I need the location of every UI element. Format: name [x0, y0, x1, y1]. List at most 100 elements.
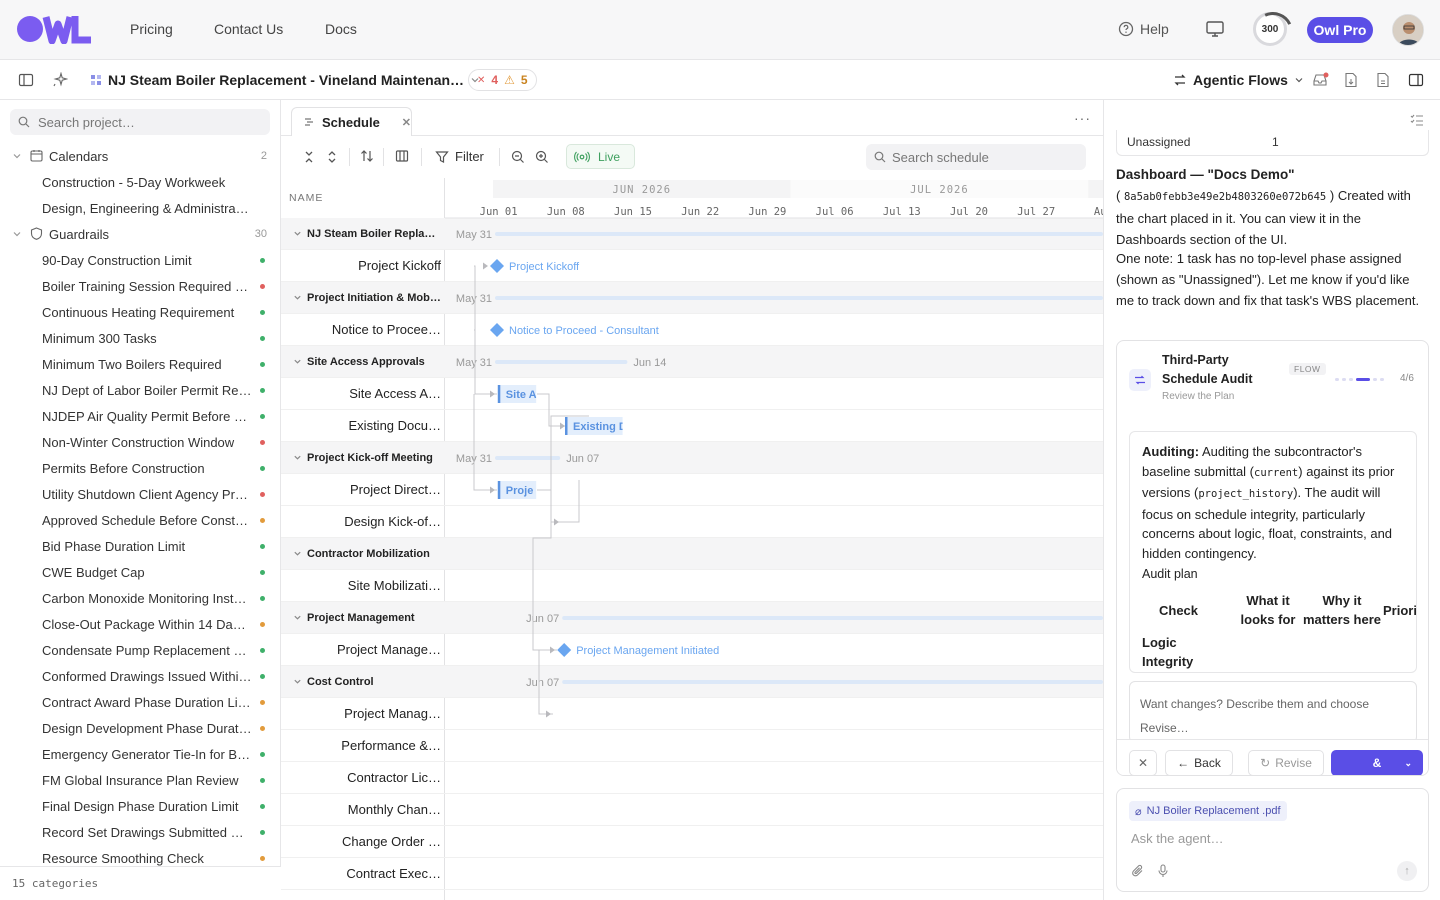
monitor-icon[interactable]: [1205, 19, 1225, 39]
send-button[interactable]: ↑: [1397, 861, 1417, 881]
credits-meter[interactable]: 300: [1253, 12, 1287, 46]
group-summary-bar[interactable]: [495, 456, 561, 460]
checklist-icon[interactable]: [1410, 114, 1424, 126]
sidebar-item-calendar[interactable]: Construction - 5-Day Workweek: [0, 169, 281, 195]
task-name-cell[interactable]: Project Kick-off Meeting: [281, 442, 445, 474]
help-button[interactable]: Help: [1118, 21, 1169, 37]
sidebar-item-guardrail[interactable]: Non-Winter Construction Window: [0, 429, 281, 455]
sidebar-item-guardrail[interactable]: Final Design Phase Duration Limit: [0, 793, 281, 819]
sidebar-item-guardrail[interactable]: Boiler Training Session Required B…: [0, 273, 281, 299]
avatar[interactable]: [1392, 14, 1424, 46]
task-name-cell[interactable]: Contract Exec…: [281, 858, 445, 890]
sidebar-item-guardrail[interactable]: Design Development Phase Durati…: [0, 715, 281, 741]
sidebar-item-guardrail[interactable]: Permits Before Construction: [0, 455, 281, 481]
sidebar-item-calendar[interactable]: Design, Engineering & Administrative: [0, 195, 281, 221]
owl-logo[interactable]: [16, 14, 92, 44]
attachment-chip[interactable]: ⌀ NJ Boiler Replacement .pdf: [1129, 801, 1287, 821]
agentic-flows-dropdown[interactable]: Agentic Flows: [1173, 72, 1304, 88]
inbox-icon[interactable]: [1312, 72, 1330, 88]
issues-badge[interactable]: ✕ 4 ⚠ 5: [468, 69, 537, 91]
task-name-cell[interactable]: Project Initiation & Mobili…: [281, 282, 445, 314]
sidebar-item-guardrail[interactable]: Close-Out Package Within 14 Days…: [0, 611, 281, 637]
task-name-cell[interactable]: Monthly Chan…: [281, 794, 445, 826]
close-tab-icon[interactable]: ✕: [402, 116, 411, 129]
chevron-down-icon[interactable]: [293, 453, 302, 462]
task-name-cell[interactable]: Contractor Lic…: [281, 762, 445, 794]
microphone-icon[interactable]: [1157, 864, 1169, 878]
task-name-cell[interactable]: Site Access A…: [281, 378, 445, 410]
task-name-cell[interactable]: Change Order …: [281, 826, 445, 858]
group-summary-bar[interactable]: [495, 232, 1103, 236]
sidebar-item-guardrail[interactable]: Minimum Two Boilers Required: [0, 351, 281, 377]
milestone-diamond[interactable]: [490, 323, 504, 337]
sidebar-item-guardrail[interactable]: Continuous Heating Requirement: [0, 299, 281, 325]
group-summary-bar[interactable]: [495, 360, 628, 364]
task-name-cell[interactable]: Existing Docu…: [281, 410, 445, 442]
chevron-down-icon[interactable]: [293, 229, 302, 238]
sidebar-item-guardrail[interactable]: Bid Phase Duration Limit: [0, 533, 281, 559]
milestone-diamond[interactable]: [557, 643, 572, 657]
sidebar-group-guardrails[interactable]: Guardrails 30: [0, 221, 281, 247]
sidebar-group-calendars[interactable]: Calendars 2: [0, 143, 281, 169]
sidebar-item-guardrail[interactable]: Condensate Pump Replacement R…: [0, 637, 281, 663]
nav-contact-us[interactable]: Contact Us: [214, 21, 283, 37]
task-name-cell[interactable]: Project Manage…: [281, 634, 445, 666]
sidebar-item-guardrail[interactable]: Emergency Generator Tie-In for Bo…: [0, 741, 281, 767]
file-export-icon[interactable]: [1344, 72, 1358, 88]
task-name-cell[interactable]: Project Management: [281, 602, 445, 634]
ask-agent-input[interactable]: Ask the agent…: [1131, 831, 1224, 846]
sidebar-item-guardrail[interactable]: Record Set Drawings Submitted W…: [0, 819, 281, 845]
sparkle-icon[interactable]: [52, 72, 68, 88]
search-project-input[interactable]: Search project…: [10, 109, 270, 135]
sidebar-item-guardrail[interactable]: Conformed Drawings Issued Withi…: [0, 663, 281, 689]
live-toggle[interactable]: Live: [566, 144, 635, 169]
task-name-cell[interactable]: Notice to Procee…: [281, 314, 445, 346]
task-name-cell[interactable]: Project Direct…: [281, 474, 445, 506]
sidebar-toggle-icon[interactable]: [18, 72, 34, 88]
sidebar-item-guardrail[interactable]: Utility Shutdown Client Agency Pr…: [0, 481, 281, 507]
project-selector[interactable]: NJ Steam Boiler Replacement - Vineland M…: [90, 72, 480, 88]
nav-docs[interactable]: Docs: [325, 21, 357, 37]
task-name-cell[interactable]: NJ Steam Boiler Replace…: [281, 218, 445, 250]
nav-pricing[interactable]: Pricing: [130, 21, 173, 37]
group-summary-bar[interactable]: [562, 616, 1103, 620]
task-name-cell[interactable]: Site Access Approvals: [281, 346, 445, 378]
more-options-icon[interactable]: ···: [1074, 110, 1091, 126]
sidebar-item-guardrail[interactable]: FM Global Insurance Plan Review: [0, 767, 281, 793]
chevron-down-icon[interactable]: [293, 293, 302, 302]
columns-icon[interactable]: [395, 149, 409, 163]
chevron-down-icon[interactable]: [293, 549, 302, 558]
zoom-in-icon[interactable]: [535, 150, 549, 164]
sidebar-item-guardrail[interactable]: Contract Award Phase Duration Li…: [0, 689, 281, 715]
collapse-all-icon[interactable]: [303, 150, 315, 164]
task-name-cell[interactable]: Project Manag…: [281, 698, 445, 730]
sidebar-item-guardrail[interactable]: Carbon Monoxide Monitoring Insta…: [0, 585, 281, 611]
dismiss-button[interactable]: ✕: [1129, 750, 1157, 775]
group-summary-bar[interactable]: [495, 296, 1103, 300]
approve-button[interactable]: & ⌄: [1331, 750, 1423, 775]
owl-pro-button[interactable]: Owl Pro: [1307, 17, 1373, 43]
task-name-cell[interactable]: Project Kickoff: [281, 250, 445, 282]
sidebar-item-guardrail[interactable]: NJDEP Air Quality Permit Before C…: [0, 403, 281, 429]
sidebar-item-guardrail[interactable]: 90-Day Construction Limit: [0, 247, 281, 273]
back-button[interactable]: ← Back: [1165, 750, 1233, 775]
group-summary-bar[interactable]: [562, 680, 1103, 684]
right-panel-toggle-icon[interactable]: [1408, 72, 1424, 88]
task-name-cell[interactable]: Cost Control: [281, 666, 445, 698]
chevron-down-icon[interactable]: [293, 677, 302, 686]
sidebar-item-guardrail[interactable]: Minimum 300 Tasks: [0, 325, 281, 351]
sidebar-item-guardrail[interactable]: CWE Budget Cap: [0, 559, 281, 585]
sidebar-item-guardrail[interactable]: NJ Dept of Labor Boiler Permit Re…: [0, 377, 281, 403]
attach-icon[interactable]: [1131, 864, 1145, 878]
sort-icon[interactable]: [360, 149, 374, 163]
file-icon[interactable]: [1376, 72, 1390, 88]
chevron-down-icon[interactable]: [293, 357, 302, 366]
milestone-diamond[interactable]: [490, 259, 504, 273]
tab-schedule[interactable]: Schedule ✕: [291, 107, 412, 136]
task-name-cell[interactable]: Contractor Mobilization: [281, 538, 445, 570]
zoom-out-icon[interactable]: [511, 150, 525, 164]
revise-input[interactable]: Want changes? Describe them and choose R…: [1129, 681, 1417, 743]
sidebar-item-guardrail[interactable]: Approved Schedule Before Constr…: [0, 507, 281, 533]
chevron-down-icon[interactable]: [293, 613, 302, 622]
expand-all-icon[interactable]: [326, 150, 338, 164]
